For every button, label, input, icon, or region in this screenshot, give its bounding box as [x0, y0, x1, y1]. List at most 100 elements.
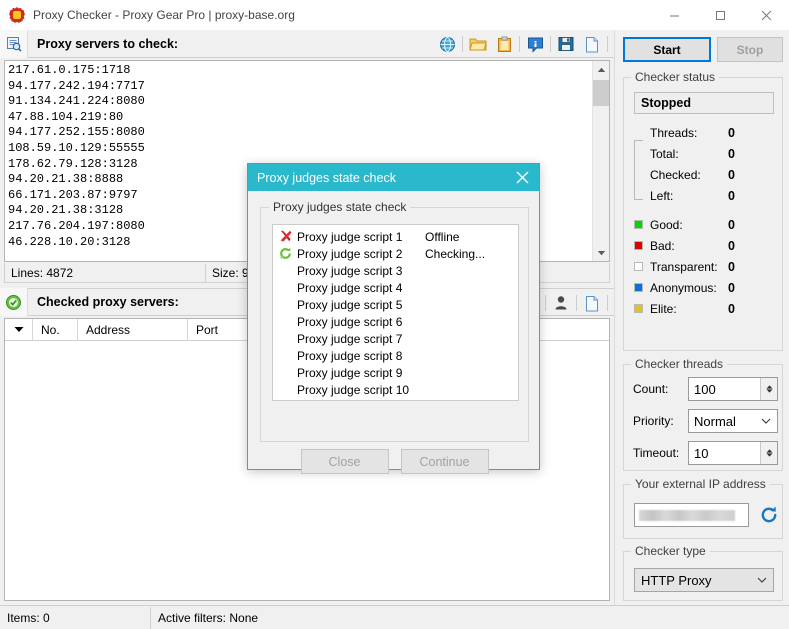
proxy-judges-dialog: Proxy judges state check Proxy judges st… — [247, 163, 540, 470]
counter-color-swatch — [634, 220, 643, 229]
toolbar-separator — [550, 36, 551, 52]
minimize-icon[interactable] — [651, 0, 697, 30]
counter-row: Checked:0 — [634, 164, 779, 185]
scroll-down-icon[interactable] — [593, 244, 610, 261]
judge-name: Proxy judge script 3 — [297, 264, 425, 278]
clipboard-icon[interactable] — [491, 32, 517, 56]
judge-row[interactable]: Proxy judge script 6 — [273, 313, 518, 330]
timeout-stepper[interactable] — [760, 442, 777, 464]
judges-group-legend: Proxy judges state check — [269, 200, 410, 214]
editor-scrollbar[interactable] — [592, 61, 609, 261]
counter-value: 0 — [728, 281, 735, 295]
dialog-title: Proxy judges state check — [257, 171, 396, 185]
dialog-body: Proxy judges state check Proxy judge scr… — [248, 191, 539, 471]
judge-row[interactable]: Proxy judge script 4 — [273, 279, 518, 296]
proxy-line: 91.134.241.224:8080 — [8, 94, 592, 110]
control-sidebar: Start Stop Checker status Stopped Thread… — [614, 30, 789, 605]
sort-descending-icon[interactable] — [5, 319, 33, 341]
judges-group: Proxy judges state check Proxy judge scr… — [260, 207, 529, 442]
judges-list[interactable]: Proxy judge script 1OfflineProxy judge s… — [272, 224, 519, 401]
checker-threads-group: Checker threads Count: 100 Priority: Nor… — [623, 364, 783, 471]
new-document-icon[interactable] — [579, 291, 605, 315]
judge-name: Proxy judge script 9 — [297, 366, 425, 380]
counter-color-swatch — [634, 128, 643, 137]
close-icon[interactable] — [743, 0, 789, 30]
start-button[interactable]: Start — [623, 37, 711, 62]
proxy-line: 94.177.252.155:8080 — [8, 125, 592, 141]
counter-value: 0 — [728, 189, 735, 203]
app-gear-icon — [9, 7, 25, 23]
counter-color-swatch — [634, 283, 643, 292]
dialog-close-button: Close — [301, 449, 389, 474]
counter-color-swatch — [634, 262, 643, 271]
judge-name: Proxy judge script 8 — [297, 349, 425, 363]
status-bar: Items: 0 Active filters: None — [0, 605, 789, 629]
counter-row: Total:0 — [634, 143, 779, 164]
thread-count-stepper[interactable] — [760, 378, 777, 400]
judge-name: Proxy judge script 10 — [297, 383, 425, 397]
column-header-no[interactable]: No. — [33, 319, 78, 341]
priority-select[interactable]: Normal — [688, 409, 778, 433]
proxy-line: 47.88.104.219:80 — [8, 110, 592, 126]
judge-row[interactable]: Proxy judge script 3 — [273, 262, 518, 279]
info-balloon-icon[interactable] — [522, 32, 548, 56]
counter-color-swatch — [634, 191, 643, 200]
judge-row[interactable]: Proxy judge script 5 — [273, 296, 518, 313]
globe-icon[interactable] — [434, 32, 460, 56]
active-filters: Active filters: None — [151, 606, 258, 629]
new-document-icon[interactable] — [579, 32, 605, 56]
counter-label: Good: — [650, 218, 728, 232]
external-ip-input[interactable] — [634, 503, 749, 527]
list-check-icon — [0, 30, 28, 58]
counter-value: 0 — [728, 126, 735, 140]
chevron-down-icon — [757, 575, 767, 586]
counter-value: 0 — [728, 218, 735, 232]
count-label: Count: — [633, 382, 688, 396]
timeout-input[interactable]: 10 — [688, 441, 778, 465]
checker-type-select[interactable]: HTTP Proxy — [634, 568, 774, 592]
judge-row[interactable]: Proxy judge script 2Checking... — [273, 245, 518, 262]
counter-label: Checked: — [650, 168, 728, 182]
counter-label: Left: — [650, 189, 728, 203]
toolbar-separator — [519, 36, 520, 52]
judge-row[interactable]: Proxy judge script 1Offline — [273, 228, 518, 245]
counter-value: 0 — [728, 168, 735, 182]
maximize-icon[interactable] — [697, 0, 743, 30]
source-panel-title: Proxy servers to check: — [37, 37, 178, 51]
proxy-line: 217.61.0.175:1718 — [8, 63, 592, 79]
checker-type-group: Checker type HTTP Proxy — [623, 551, 783, 601]
results-panel-title: Checked proxy servers: — [37, 295, 179, 309]
judge-row[interactable]: Proxy judge script 10 — [273, 381, 518, 398]
refresh-green-icon — [273, 247, 297, 260]
judge-name: Proxy judge script 4 — [297, 281, 425, 295]
counter-color-swatch — [634, 149, 643, 158]
user-icon[interactable] — [548, 291, 574, 315]
refresh-icon[interactable] — [757, 503, 781, 527]
counter-color-swatch — [634, 241, 643, 250]
error-x-icon — [273, 230, 297, 243]
column-header-address[interactable]: Address — [78, 319, 188, 341]
judge-name: Proxy judge script 2 — [297, 247, 425, 261]
thread-count-input[interactable]: 100 — [688, 377, 778, 401]
scroll-up-icon[interactable] — [593, 61, 610, 78]
judge-row[interactable]: Proxy judge script 7 — [273, 330, 518, 347]
close-icon[interactable] — [505, 164, 539, 191]
window-controls — [651, 0, 789, 30]
lines-count: Lines: 4872 — [5, 266, 205, 280]
counter-row: Left:0 — [634, 185, 779, 206]
counter-label: Bad: — [650, 239, 728, 253]
checker-type-value: HTTP Proxy — [641, 573, 712, 588]
dialog-buttons: Close Continue — [248, 449, 541, 474]
source-panel-header: Proxy servers to check: — [0, 30, 614, 58]
counter-row: Elite:0 — [634, 298, 779, 319]
save-icon[interactable] — [553, 32, 579, 56]
scrollbar-thumb[interactable] — [593, 80, 610, 106]
counter-value: 0 — [728, 239, 735, 253]
judge-state: Checking... — [425, 247, 485, 261]
judge-row[interactable]: Proxy judge script 9 — [273, 364, 518, 381]
open-folder-icon[interactable] — [465, 32, 491, 56]
chevron-down-icon — [761, 416, 771, 427]
dialog-continue-button: Continue — [401, 449, 489, 474]
judge-row[interactable]: Proxy judge script 8 — [273, 347, 518, 364]
results-panel-toolbar — [543, 289, 610, 317]
